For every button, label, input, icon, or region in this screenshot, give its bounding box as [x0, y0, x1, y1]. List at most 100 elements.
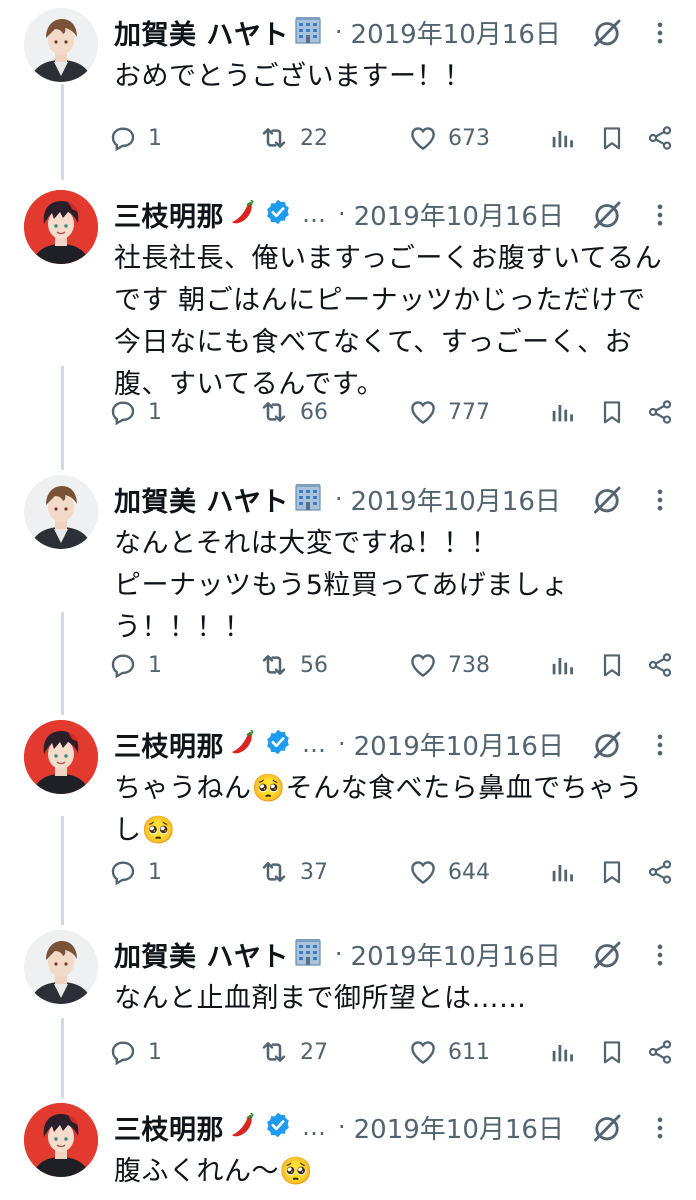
- share-icon: [646, 651, 674, 679]
- reply-count: 1: [148, 125, 162, 151]
- separator-dot: ·: [334, 940, 343, 968]
- more-options-icon[interactable]: [646, 198, 674, 236]
- avatar[interactable]: [24, 930, 98, 1004]
- retweet-count: 37: [300, 859, 328, 885]
- thread-connector-line: [61, 366, 64, 470]
- tweet-text-line: 今日なにも食べてなくて、すっごーく、お: [114, 327, 633, 358]
- reply-count: 1: [148, 859, 162, 885]
- share-button[interactable]: [646, 118, 674, 158]
- views-button[interactable]: [548, 852, 576, 892]
- reply-button[interactable]: 1: [108, 852, 162, 892]
- bookmark-button[interactable]: [598, 118, 626, 158]
- like-button[interactable]: 673: [408, 118, 490, 158]
- retweet-button[interactable]: 22: [258, 118, 328, 158]
- tweet-date[interactable]: 2019年10月16日: [354, 726, 564, 763]
- retweet-button[interactable]: 27: [258, 1032, 328, 1072]
- views-icon: [548, 124, 576, 152]
- like-button[interactable]: 611: [408, 1032, 490, 1072]
- grok-icon[interactable]: [590, 728, 624, 766]
- avatar[interactable]: [24, 8, 98, 82]
- handle-truncation: …: [302, 1113, 326, 1141]
- more-options-icon[interactable]: [646, 728, 674, 766]
- avatar[interactable]: [24, 720, 98, 794]
- bookmark-button[interactable]: [598, 852, 626, 892]
- like-count: 738: [448, 652, 490, 678]
- verified-badge-icon: [264, 198, 292, 230]
- author-name[interactable]: 加賀美 ハヤト: [114, 480, 289, 519]
- reply-button[interactable]: 1: [108, 392, 162, 432]
- share-button[interactable]: [646, 392, 674, 432]
- bookmark-button[interactable]: [598, 1032, 626, 1072]
- reply-button[interactable]: 1: [108, 118, 162, 158]
- retweet-button[interactable]: 56: [258, 645, 328, 685]
- views-button[interactable]: [548, 118, 576, 158]
- office-building-emoji: [293, 937, 323, 971]
- tweet-date[interactable]: 2019年10月16日: [351, 481, 561, 518]
- like-button[interactable]: 777: [408, 392, 490, 432]
- tweet-actions: 1 22 673: [108, 118, 680, 158]
- views-icon: [548, 398, 576, 426]
- reply-count: 1: [148, 399, 162, 425]
- more-options-icon[interactable]: [646, 16, 674, 54]
- share-button[interactable]: [646, 852, 674, 892]
- views-button[interactable]: [548, 1032, 576, 1072]
- like-count: 777: [448, 399, 490, 425]
- views-icon: [548, 651, 576, 679]
- author-name[interactable]: 三枝明那: [114, 725, 224, 764]
- bookmark-icon: [598, 651, 626, 679]
- author-name[interactable]: 加賀美 ハヤト: [114, 935, 289, 974]
- avatar[interactable]: [24, 190, 98, 264]
- more-options-icon[interactable]: [646, 1111, 674, 1149]
- avatar[interactable]: [24, 475, 98, 549]
- tweet-date[interactable]: 2019年10月16日: [351, 14, 561, 51]
- share-button[interactable]: [646, 1032, 674, 1072]
- tweet-text-line: 社長社長、俺いますっごーくお腹すいてるん: [114, 243, 663, 274]
- retweet-button[interactable]: 37: [258, 852, 328, 892]
- bookmark-button[interactable]: [598, 392, 626, 432]
- bookmark-button[interactable]: [598, 645, 626, 685]
- grok-icon[interactable]: [590, 1111, 624, 1149]
- author-name[interactable]: 加賀美 ハヤト: [114, 13, 289, 52]
- views-icon: [548, 1038, 576, 1066]
- tweet-text-line: ちゃうねん🥺そんな食べたら鼻血でちゃう: [114, 773, 644, 804]
- reply-button[interactable]: 1: [108, 1032, 162, 1072]
- retweet-count: 27: [300, 1039, 328, 1065]
- tweet-actions: 1 66 777: [108, 392, 680, 432]
- tweet-date[interactable]: 2019年10月16日: [354, 196, 564, 233]
- tweet-date[interactable]: 2019年10月16日: [354, 1109, 564, 1146]
- like-button[interactable]: 644: [408, 852, 490, 892]
- tweet-text-line: なんとそれは大変ですね！！！: [114, 528, 499, 559]
- separator-dot: ·: [338, 200, 346, 228]
- like-count: 611: [448, 1039, 490, 1065]
- more-options-icon[interactable]: [646, 483, 674, 521]
- reply-button[interactable]: 1: [108, 645, 162, 685]
- thread-connector-line: [61, 84, 64, 180]
- bookmark-icon: [598, 124, 626, 152]
- tweet-actions: 1 56 738: [108, 645, 680, 685]
- tweet-actions: 1 27 611: [108, 1032, 680, 1072]
- share-icon: [646, 1038, 674, 1066]
- author-name[interactable]: 三枝明那: [114, 195, 224, 234]
- like-count: 644: [448, 859, 490, 885]
- author-name[interactable]: 三枝明那: [114, 1108, 224, 1147]
- views-button[interactable]: [548, 392, 576, 432]
- views-button[interactable]: [548, 645, 576, 685]
- grok-icon[interactable]: [590, 16, 624, 54]
- tweet-date[interactable]: 2019年10月16日: [351, 936, 561, 973]
- grok-icon[interactable]: [590, 938, 624, 976]
- hot-pepper-emoji: [228, 197, 258, 231]
- separator-dot: ·: [334, 18, 343, 46]
- reply-count: 1: [148, 1039, 162, 1065]
- grok-icon[interactable]: [590, 198, 624, 236]
- like-button[interactable]: 738: [408, 645, 490, 685]
- thread-connector-line: [61, 816, 64, 925]
- avatar[interactable]: [24, 1103, 98, 1177]
- more-options-icon[interactable]: [646, 938, 674, 976]
- retweet-button[interactable]: 66: [258, 392, 328, 432]
- grok-icon[interactable]: [590, 483, 624, 521]
- tweet-text: なんとそれは大変ですね！！！ ピーナッツもう5粒買ってあげましょ う！！！！: [114, 523, 684, 649]
- share-button[interactable]: [646, 645, 674, 685]
- share-icon: [646, 124, 674, 152]
- share-icon: [646, 858, 674, 886]
- bookmark-icon: [598, 858, 626, 886]
